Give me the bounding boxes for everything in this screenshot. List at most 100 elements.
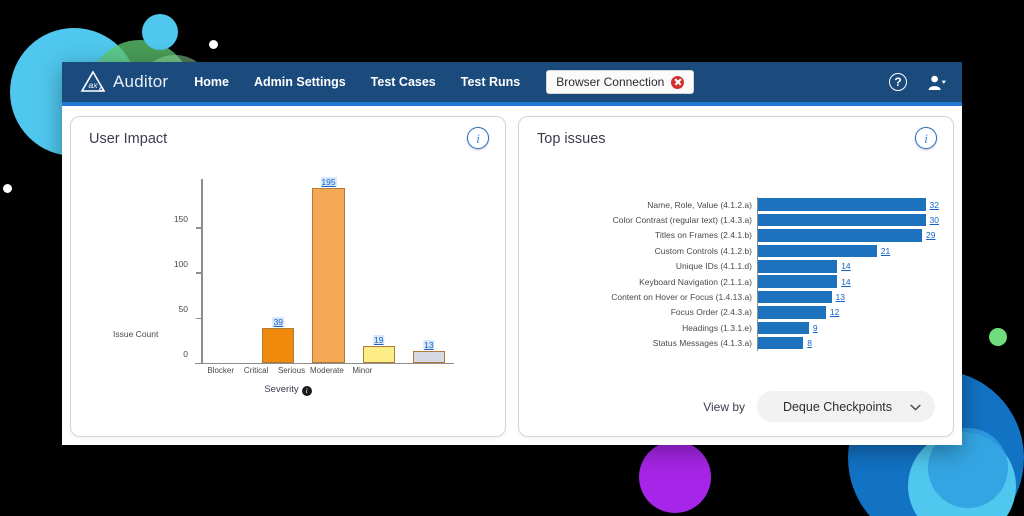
top-issue-bar[interactable] — [758, 244, 877, 258]
circle-cyan-small — [142, 14, 178, 50]
top-issue-track: 14 — [757, 273, 939, 290]
view-by-select[interactable]: Deque Checkpoints — [757, 391, 935, 422]
view-by-label: View by — [703, 399, 745, 414]
bar-value-label[interactable]: 195 — [320, 176, 337, 187]
bar[interactable]: 39 — [262, 316, 295, 363]
dashboard-body: User Impact i Issue Count 0 50 100 150 39 19… — [62, 106, 962, 445]
top-issue-value-label[interactable]: 13 — [836, 292, 845, 302]
top-issue-value-label[interactable]: 8 — [807, 338, 812, 348]
bar[interactable]: 19 — [362, 334, 395, 363]
panel-user-impact: User Impact i Issue Count 0 50 100 150 39 19… — [70, 116, 506, 437]
x-axis-line — [195, 362, 454, 364]
top-issue-label: Keyboard Navigation (2.1.1.a) — [639, 276, 752, 287]
top-issue-bar[interactable] — [758, 213, 926, 227]
top-issue-value-label[interactable]: 29 — [926, 230, 935, 240]
error-circle-x-icon — [671, 75, 685, 89]
top-issue-track: 21 — [757, 243, 939, 259]
top-issue-bar[interactable] — [758, 260, 838, 273]
nav-link-admin-settings[interactable]: Admin Settings — [254, 75, 346, 89]
top-issue-bar[interactable] — [758, 290, 832, 304]
y-axis-tick-label: 50 — [178, 303, 188, 314]
screenshot-stage: ax Auditor Home Admin Settings Test Case… — [0, 0, 1024, 516]
y-axis-tick: 0 — [183, 349, 201, 364]
svg-text:ax: ax — [89, 80, 99, 90]
y-axis-tick: 100 — [174, 259, 201, 274]
top-navigation-bar: ax Auditor Home Admin Settings Test Case… — [62, 62, 962, 102]
top-issue-row: Unique IDs (4.1.1.d) 14 — [519, 258, 939, 274]
nav-link-home[interactable]: Home — [194, 75, 229, 89]
dot-green-right — [989, 328, 1007, 346]
y-axis-tick-label: 100 — [173, 258, 188, 269]
top-issue-value-label[interactable]: 14 — [841, 261, 850, 271]
top-issue-value-label[interactable]: 30 — [930, 215, 939, 225]
top-issue-track: 12 — [757, 304, 939, 321]
bar-column: 39 — [253, 179, 303, 363]
bar-plot-area: 0 50 100 150 39 195 19 13 — [174, 176, 454, 364]
view-by-control: View by Deque Checkpoints — [703, 391, 935, 422]
y-axis-tick: 50 — [179, 304, 201, 319]
top-issue-label: Content on Hover or Focus (1.4.13.a) — [611, 292, 752, 303]
top-issue-track: 32 — [757, 197, 939, 213]
view-by-selected-value: Deque Checkpoints — [782, 399, 893, 414]
top-issue-label: Status Messages (4.1.3.a) — [652, 338, 752, 349]
info-dark-icon[interactable]: i — [301, 385, 312, 396]
top-issue-label: Headings (1.3.1.e) — [682, 322, 752, 333]
top-issue-bar[interactable] — [758, 306, 826, 319]
top-issue-label: Name, Role, Value (4.1.2.a) — [647, 199, 752, 210]
bar-value-label[interactable]: 39 — [272, 316, 285, 327]
user-impact-bar-chart: Issue Count 0 50 100 150 39 195 19 13 Blocker C… — [71, 169, 505, 436]
top-issues-bar-chart: Name, Role, Value (4.1.2.a) 32 Color Contr… — [519, 197, 939, 351]
x-axis-tick-label: Serious — [277, 366, 306, 375]
top-issue-value-label[interactable]: 12 — [830, 307, 839, 317]
dot-white-left — [3, 184, 12, 193]
bar-column — [203, 179, 253, 363]
top-issue-row: Status Messages (4.1.3.a) 8 — [519, 335, 939, 351]
panel-top-issues: Top issues i Name, Role, Value (4.1.2.a)… — [518, 116, 954, 437]
top-issue-label: Titles on Frames (2.4.1.b) — [655, 230, 752, 241]
top-issue-row: Content on Hover or Focus (1.4.13.a) 13 — [519, 289, 939, 305]
top-issue-bar[interactable] — [758, 229, 923, 242]
nav-link-test-runs[interactable]: Test Runs — [461, 75, 521, 89]
nav-link-test-cases[interactable]: Test Cases — [371, 75, 436, 89]
info-circle-icon-top-issues[interactable]: i — [915, 127, 937, 149]
bar[interactable]: 195 — [312, 176, 345, 363]
circle-purple-bottom — [639, 441, 711, 513]
top-issue-row: Color Contrast (regular text) (1.4.3.a) 3… — [519, 212, 939, 228]
y-axis-label: Issue Count — [113, 329, 159, 339]
brand[interactable]: ax Auditor — [80, 70, 168, 94]
x-axis-tick-labels: Blocker Critical Serious Moderate Minor — [203, 366, 418, 375]
top-issue-value-label[interactable]: 21 — [881, 246, 890, 256]
info-circle-icon-user-impact[interactable]: i — [467, 127, 489, 149]
chevron-down-icon — [910, 398, 921, 416]
top-issue-value-label[interactable]: 9 — [813, 323, 818, 333]
vertical-bars: 39 195 19 13 — [203, 176, 454, 363]
x-axis-pad — [380, 366, 418, 375]
nav-right-actions: ? — [889, 62, 946, 102]
top-issue-bar[interactable] — [758, 336, 804, 350]
help-question-icon[interactable]: ? — [889, 73, 907, 91]
ax-triangle-logo-icon: ax — [80, 70, 106, 94]
top-issue-bar[interactable] — [758, 198, 926, 211]
browser-connection-button[interactable]: Browser Connection — [546, 70, 695, 94]
nav-links: Home Admin Settings Test Cases Test Runs — [194, 75, 520, 89]
brand-name: Auditor — [113, 72, 169, 91]
top-issue-label: Color Contrast (regular text) (1.4.3.a) — [612, 215, 752, 226]
bar-value-label[interactable]: 19 — [372, 334, 385, 345]
x-axis-tick-label: Moderate — [310, 366, 344, 375]
top-issue-bar[interactable] — [758, 275, 838, 288]
top-issue-bar[interactable] — [758, 321, 809, 335]
top-issue-track: 30 — [757, 212, 939, 228]
y-axis-tick-label: 150 — [173, 213, 188, 224]
top-issue-value-label[interactable]: 14 — [841, 277, 850, 287]
user-account-icon[interactable] — [927, 74, 946, 91]
panel-title-top-issues: Top issues — [537, 131, 606, 147]
bar-column: 19 — [354, 179, 404, 363]
browser-connection-label: Browser Connection — [556, 75, 665, 89]
bar[interactable]: 13 — [412, 339, 445, 363]
bar-value-label[interactable]: 13 — [423, 339, 435, 350]
x-axis-title: Severity i — [71, 384, 505, 396]
top-issue-track: 13 — [757, 289, 939, 305]
top-issue-value-label[interactable]: 32 — [930, 200, 939, 210]
x-axis-tick-label: Critical — [243, 366, 269, 375]
top-issue-row: Headings (1.3.1.e) 9 — [519, 320, 939, 336]
